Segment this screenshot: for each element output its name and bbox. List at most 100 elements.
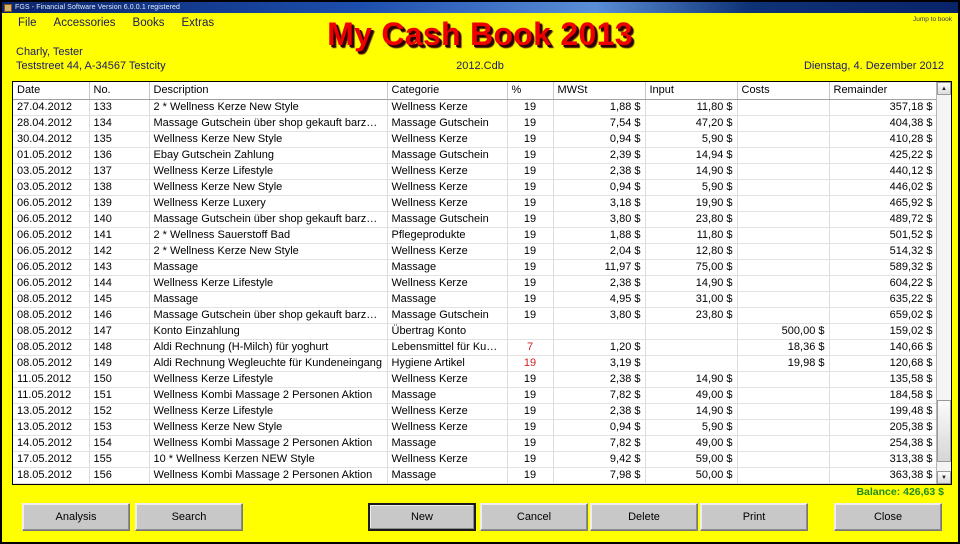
cell-remainder[interactable]: 589,32 $ — [829, 259, 936, 276]
search-button[interactable]: Search — [135, 503, 243, 531]
cell-pct[interactable]: 19 — [507, 307, 554, 324]
cell-date[interactable]: 03.05.2012 — [13, 163, 90, 180]
cell-pct[interactable]: 19 — [507, 291, 554, 308]
cell-date[interactable]: 08.05.2012 — [13, 323, 90, 340]
cell-no[interactable]: 152 — [89, 403, 150, 420]
cell-remainder[interactable]: 404,38 $ — [829, 115, 936, 132]
column-header-description[interactable]: Description — [149, 82, 388, 100]
cell-remainder[interactable]: 410,28 $ — [829, 131, 936, 148]
cell-mwst[interactable]: 11,97 $ — [553, 259, 646, 276]
cell-input[interactable]: 47,20 $ — [645, 115, 738, 132]
table-row[interactable]: 27.04.2012 133 2 * Wellness Kerze New Styl… — [13, 99, 936, 116]
cell-pct[interactable]: 19 — [507, 355, 554, 372]
cell-no[interactable]: 142 — [89, 243, 150, 260]
cell-mwst[interactable]: 7,98 $ — [553, 467, 646, 484]
cell-input[interactable]: 75,00 $ — [645, 259, 738, 276]
cell-description[interactable]: Massage Gutschein über shop gekauft barz… — [149, 211, 388, 228]
cell-mwst[interactable]: 4,95 $ — [553, 291, 646, 308]
cell-input[interactable]: 14,90 $ — [645, 403, 738, 420]
scroll-up-arrow-icon[interactable]: ▲ — [937, 82, 951, 95]
cell-pct[interactable]: 19 — [507, 131, 554, 148]
cell-no[interactable]: 143 — [89, 259, 150, 276]
column-header-categorie[interactable]: Categorie — [387, 82, 508, 100]
cell-remainder[interactable]: 254,38 $ — [829, 435, 936, 452]
cell-description[interactable]: 2 * Wellness Kerze New Style — [149, 243, 388, 260]
cell-categorie[interactable]: Wellness Kerze — [387, 99, 508, 116]
column-header-input[interactable]: Input — [645, 82, 738, 100]
cell-no[interactable]: 144 — [89, 275, 150, 292]
cell-pct[interactable]: 19 — [507, 275, 554, 292]
cell-input[interactable]: 31,00 $ — [645, 291, 738, 308]
cell-pct[interactable]: 19 — [507, 483, 554, 484]
cell-mwst[interactable]: 7,54 $ — [553, 115, 646, 132]
cell-input[interactable]: 11,80 $ — [645, 227, 738, 244]
cell-no[interactable]: 136 — [89, 147, 150, 164]
table-row[interactable]: 08.05.2012 146 Massage Gutschein über shop… — [13, 307, 936, 324]
cell-description[interactable]: Massage — [149, 259, 388, 276]
cell-description[interactable]: Aldi Rechnung Wegleuchte für Kundeneinga… — [149, 355, 388, 372]
table-row[interactable]: 06.05.2012 139 Wellness Kerze Luxery Wellne… — [13, 195, 936, 212]
menu-item-file[interactable]: File — [10, 15, 46, 31]
cell-pct[interactable]: 19 — [507, 163, 554, 180]
column-header-date[interactable]: Date — [13, 82, 90, 100]
cell-input[interactable]: 49,00 $ — [645, 387, 738, 404]
cell-costs[interactable] — [737, 483, 830, 484]
cell-description[interactable]: Wellness Kerze Lifestyle — [149, 275, 388, 292]
cell-mwst[interactable]: 2,38 $ — [553, 275, 646, 292]
cell-mwst[interactable]: 0,94 $ — [553, 179, 646, 196]
delete-button[interactable]: Delete — [590, 503, 698, 531]
table-row[interactable]: 06.05.2012 140 Massage Gutschein über shop… — [13, 211, 936, 228]
cell-mwst[interactable]: 2,39 $ — [553, 147, 646, 164]
cell-description[interactable]: Massage Gutschein über shop gekauft barz… — [149, 483, 388, 484]
cell-categorie[interactable]: Massage Gutschein — [387, 147, 508, 164]
cell-pct[interactable]: 7 — [507, 339, 554, 356]
cell-categorie[interactable]: Massage Gutschein — [387, 307, 508, 324]
cell-input[interactable]: 23,80 $ — [645, 211, 738, 228]
cell-remainder[interactable]: 514,32 $ — [829, 243, 936, 260]
cell-remainder[interactable]: 140,66 $ — [829, 339, 936, 356]
cell-categorie[interactable]: Massage — [387, 291, 508, 308]
cell-remainder[interactable]: 205,38 $ — [829, 419, 936, 436]
cell-remainder[interactable]: 659,02 $ — [829, 307, 936, 324]
cell-description[interactable]: 2 * Wellness Kerze New Style — [149, 99, 388, 116]
cell-pct[interactable]: 19 — [507, 99, 554, 116]
cell-input[interactable]: 14,90 $ — [645, 371, 738, 388]
column-header-costs[interactable]: Costs — [737, 82, 830, 100]
cell-input[interactable]: 23,80 $ — [645, 307, 738, 324]
cell-description[interactable]: Wellness Kerze New Style — [149, 131, 388, 148]
cell-input[interactable]: 11,80 $ — [645, 99, 738, 116]
cell-mwst[interactable]: 6,11 $ — [553, 483, 646, 484]
cell-costs[interactable] — [737, 163, 830, 180]
cell-remainder[interactable]: 489,72 $ — [829, 211, 936, 228]
print-button[interactable]: Print — [700, 503, 808, 531]
cell-costs[interactable] — [737, 147, 830, 164]
cell-categorie[interactable]: Wellness Kerze — [387, 419, 508, 436]
cell-description[interactable]: Wellness Kerze Lifestyle — [149, 403, 388, 420]
cell-date[interactable]: 08.05.2012 — [13, 339, 90, 356]
cell-costs[interactable] — [737, 227, 830, 244]
cell-remainder[interactable]: 159,02 $ — [829, 323, 936, 340]
cell-pct[interactable]: 19 — [507, 211, 554, 228]
table-row[interactable]: 08.05.2012 145 Massage Massage 19 4,95 $31,00… — [13, 291, 936, 308]
cell-costs[interactable] — [737, 291, 830, 308]
cell-categorie[interactable]: Lebensmittel für Kunden — [387, 339, 508, 356]
cell-costs[interactable] — [737, 275, 830, 292]
cell-description[interactable]: Konto Einzahlung — [149, 323, 388, 340]
cell-no[interactable]: 140 — [89, 211, 150, 228]
cell-no[interactable]: 145 — [89, 291, 150, 308]
cell-remainder[interactable]: 357,18 $ — [829, 99, 936, 116]
cell-remainder[interactable]: 501,52 $ — [829, 227, 936, 244]
cell-description[interactable]: Aldi Rechnung (H-Milch) für yoghurt — [149, 339, 388, 356]
cell-mwst[interactable]: 3,80 $ — [553, 307, 646, 324]
cell-mwst[interactable]: 7,82 $ — [553, 387, 646, 404]
cell-no[interactable]: 135 — [89, 131, 150, 148]
cell-categorie[interactable]: Massage — [387, 467, 508, 484]
cell-date[interactable]: 08.05.2012 — [13, 291, 90, 308]
table-row[interactable]: 21.05.2012157Massage Gutschein über shop… — [13, 483, 936, 484]
cell-pct[interactable]: 19 — [507, 451, 554, 468]
cell-costs[interactable] — [737, 131, 830, 148]
new-button[interactable]: New — [368, 503, 476, 531]
cell-pct[interactable]: 19 — [507, 115, 554, 132]
cell-mwst[interactable]: 3,80 $ — [553, 211, 646, 228]
cell-input[interactable]: 14,90 $ — [645, 163, 738, 180]
